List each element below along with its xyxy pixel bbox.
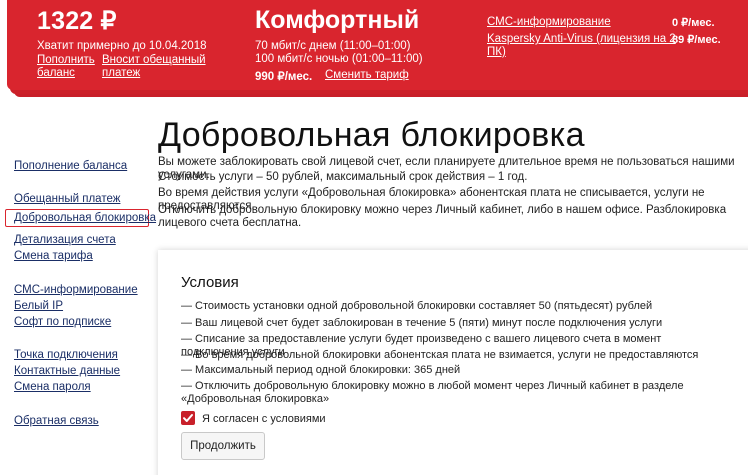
sidebar-item-sms[interactable]: СМС-информирование bbox=[14, 283, 138, 297]
balance-amount: 1322 ₽ bbox=[37, 7, 117, 35]
sidebar-item-promise-payment[interactable]: Обещанный платеж bbox=[14, 192, 120, 206]
sidebar-item-contacts[interactable]: Контактные данные bbox=[14, 364, 120, 378]
service-sms-price: 0 ₽/мес. bbox=[672, 17, 715, 29]
account-header: 1322 ₽ Хватит примерно до 10.04.2018 Поп… bbox=[7, 0, 748, 90]
sidebar-item-software[interactable]: Софт по подписке bbox=[14, 315, 111, 329]
balance-until: Хватит примерно до 10.04.2018 bbox=[37, 40, 207, 52]
tariff-speed-day: 70 мбит/с днем (11:00–01:00) bbox=[255, 40, 411, 52]
sidebar-item-change-tariff[interactable]: Смена тарифа bbox=[14, 249, 93, 263]
agree-label: Я согласен с условиями bbox=[202, 413, 326, 425]
sidebar-item-connection-point[interactable]: Точка подключения bbox=[14, 348, 118, 362]
change-tariff-link[interactable]: Сменить тариф bbox=[325, 69, 409, 82]
condition-item: — Во время добровольной блокировки абоне… bbox=[181, 349, 699, 361]
agree-checkbox[interactable] bbox=[181, 411, 195, 425]
service-sms-link[interactable]: СМС-информирование bbox=[487, 16, 611, 29]
intro-paragraph: Отключить добровольную блокировку можно … bbox=[158, 204, 727, 229]
condition-item: — Максимальный период одной блокировки: … bbox=[181, 364, 461, 376]
intro-paragraph: Стоимость услуги – 50 рублей, максимальн… bbox=[158, 171, 528, 183]
sidebar-item-topup[interactable]: Пополнение баланса bbox=[14, 159, 127, 173]
page-title: Добровольная блокировка bbox=[158, 116, 585, 154]
service-antivirus-link[interactable]: Kaspersky Anti-Virus (лицензия на 2 ПК) bbox=[487, 33, 692, 59]
page: 1322 ₽ Хватит примерно до 10.04.2018 Поп… bbox=[0, 0, 748, 475]
checkmark-icon bbox=[183, 414, 193, 422]
continue-button[interactable]: Продолжить bbox=[181, 432, 265, 460]
tariff-speed-night: 100 мбит/с ночью (01:00–11:00) bbox=[255, 53, 423, 65]
tariff-price: 990 ₽/мес. bbox=[255, 71, 313, 83]
conditions-title: Условия bbox=[181, 274, 239, 291]
promise-payment-link[interactable]: Вносит обещанный платеж bbox=[102, 54, 212, 80]
sidebar-item-voluntary-block[interactable]: Добровольная блокировка bbox=[14, 211, 156, 225]
sidebar-item-account-details[interactable]: Детализация счета bbox=[14, 233, 116, 247]
topup-link[interactable]: Пополнить баланс bbox=[37, 54, 107, 80]
condition-item: — Ваш лицевой счет будет заблокирован в … bbox=[181, 317, 663, 329]
service-antivirus-price: 89 ₽/мес. bbox=[672, 34, 721, 46]
condition-item: — Стоимость установки одной добровольной… bbox=[181, 300, 653, 312]
sidebar-item-white-ip[interactable]: Белый IP bbox=[14, 299, 63, 313]
condition-item: — Отключить добровольную блокировку можн… bbox=[181, 380, 684, 405]
conditions-panel: Условия — Стоимость установки одной добр… bbox=[158, 250, 748, 475]
sidebar-item-change-password[interactable]: Смена пароля bbox=[14, 380, 91, 394]
sidebar-item-feedback[interactable]: Обратная связь bbox=[14, 414, 99, 428]
tariff-name: Комфортный bbox=[255, 6, 420, 34]
